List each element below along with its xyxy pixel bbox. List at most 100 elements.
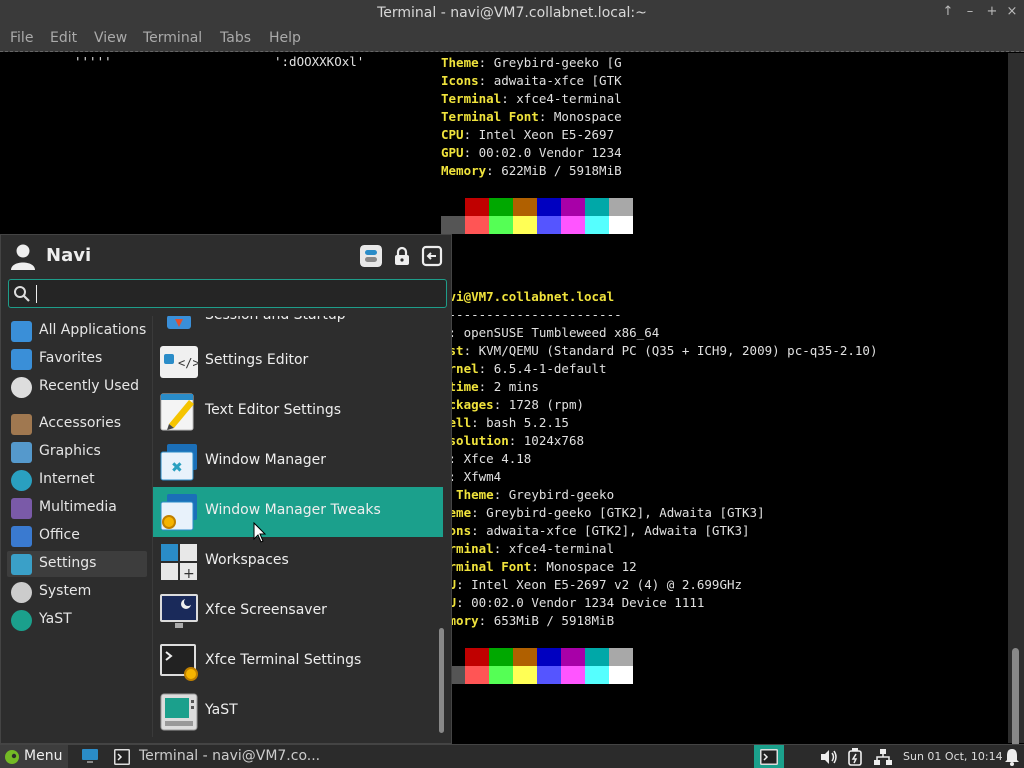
whisker-menu-button[interactable]: Menu [0, 745, 68, 768]
palette-swatch [537, 666, 561, 684]
palette-swatch [561, 198, 585, 216]
menu-terminal[interactable]: Terminal [143, 30, 202, 46]
menu-tabs[interactable]: Tabs [220, 30, 251, 46]
app-list-scrollbar[interactable] [438, 316, 446, 737]
window-manager-icon: ✖ [160, 444, 197, 481]
info-key: erminal Font [441, 559, 532, 574]
settings-toggle-icon[interactable] [360, 245, 382, 267]
window-titlebar[interactable]: Terminal - navi@VM7.collabnet.local:~ ↑ … [0, 0, 1024, 27]
divider-line: ------------------------ [441, 307, 622, 322]
palette-swatch [465, 648, 489, 666]
app-text-editor-settings[interactable]: Text Editor Settings [153, 387, 443, 437]
palette-swatch [489, 648, 513, 666]
volume-icon[interactable] [820, 749, 838, 765]
bottom-info-line: PU: 00:02.0 Vendor 1234 Device 1111 [441, 594, 704, 612]
info-value: : 1024x768 [508, 433, 584, 448]
window-close-button[interactable]: × [1004, 4, 1020, 19]
lock-screen-icon[interactable] [391, 245, 413, 267]
notifications-bell-icon[interactable] [1004, 748, 1020, 766]
top-info-line: Icons: adwaita-xfce [GTK [441, 72, 622, 90]
palette-swatch [465, 216, 489, 234]
bottom-info-line: cons: adwaita-xfce [GTK2], Adwaita [GTK3… [441, 522, 750, 540]
category-label: Graphics [39, 443, 101, 459]
category-yast[interactable]: YaST [7, 607, 147, 633]
text-editor-icon [160, 393, 194, 431]
app-window-manager[interactable]: ✖ Window Manager [153, 437, 443, 487]
window-shade-button[interactable]: ↑ [940, 4, 956, 19]
info-value: : Greybird-geeko [GTK2], Adwaita [GTK3] [471, 505, 765, 520]
bottom-info-line: ackages: 1728 (rpm) [441, 396, 584, 414]
menu-edit[interactable]: Edit [50, 30, 77, 46]
clock[interactable]: Sun 01 Oct, 10:14 [903, 750, 1003, 763]
yast-icon [11, 610, 32, 631]
terminal-settings-icon [160, 644, 198, 681]
network-icon[interactable] [874, 748, 892, 766]
info-key: Theme [441, 55, 479, 70]
category-label: Multimedia [39, 499, 117, 515]
mouse-pointer-icon [253, 522, 267, 543]
app-settings-editor[interactable]: </> Settings Editor [153, 337, 443, 387]
terminal-scrollbar[interactable] [1008, 53, 1024, 768]
app-label: Text Editor Settings [205, 402, 342, 418]
search-input[interactable] [35, 283, 435, 304]
recently-used-icon [11, 377, 32, 398]
search-box[interactable] [8, 279, 447, 308]
bottom-info-line: esolution: 1024x768 [441, 432, 584, 450]
accessories-icon [11, 414, 32, 435]
category-office[interactable]: Office [7, 523, 147, 549]
palette-swatch [561, 216, 585, 234]
category-settings[interactable]: Settings [7, 551, 147, 577]
svg-text:✖: ✖ [171, 460, 183, 476]
palette-swatch [513, 666, 537, 684]
category-all-applications[interactable]: All Applications [7, 318, 147, 344]
app-xfce-screensaver[interactable]: Xfce Screensaver [153, 587, 443, 637]
category-internet[interactable]: Internet [7, 467, 147, 493]
palette-swatch [585, 216, 609, 234]
category-favorites[interactable]: Favorites [7, 346, 147, 372]
category-multimedia[interactable]: Multimedia [7, 495, 147, 521]
log-out-icon[interactable] [421, 245, 443, 267]
info-key: CPU [441, 127, 464, 142]
app-label: Session and Startup [205, 316, 346, 323]
window-minimize-button[interactable]: – [962, 4, 978, 19]
palette-swatch [465, 198, 489, 216]
app-label: Xfce Terminal Settings [205, 652, 362, 668]
tray-terminal-icon[interactable] [754, 745, 784, 768]
app-window-manager-tweaks[interactable]: Window Manager Tweaks [153, 487, 443, 537]
info-value: : 00:02.0 Vendor 1234 [463, 145, 622, 160]
bottom-info-line: M Theme: Greybird-geeko [441, 486, 614, 504]
app-label: Window Manager Tweaks [205, 502, 381, 518]
app-label: YaST [205, 702, 238, 718]
all-apps-icon [11, 321, 32, 342]
category-accessories[interactable]: Accessories [7, 411, 147, 437]
window-maximize-button[interactable]: + [984, 4, 1000, 19]
app-list-scroll-thumb[interactable] [439, 628, 444, 733]
category-graphics[interactable]: Graphics [7, 439, 147, 465]
palette-swatch [561, 648, 585, 666]
app-xfce-terminal-settings[interactable]: Xfce Terminal Settings [153, 637, 443, 687]
palette-swatch [609, 666, 633, 684]
info-value: : KVM/QEMU (Standard PC (Q35 + ICH9, 200… [463, 343, 878, 358]
menu-view[interactable]: View [94, 30, 127, 46]
bottom-panel: Menu Terminal - navi@VM7.co... Sun 01 Oc… [0, 744, 1024, 768]
info-key: Terminal [441, 91, 502, 106]
info-key: Icons [441, 73, 479, 88]
palette-swatch [465, 666, 489, 684]
info-value: : xfce4-terminal [501, 91, 622, 106]
info-key: Terminal Font [441, 109, 539, 124]
category-system[interactable]: System [7, 579, 147, 605]
app-workspaces[interactable]: + Workspaces [153, 537, 443, 587]
internet-icon [11, 470, 32, 491]
category-recently-used[interactable]: Recently Used [7, 374, 147, 400]
ascii-logo-right: ':dOOXXKOxl' [274, 54, 365, 69]
menu-help[interactable]: Help [269, 30, 301, 46]
menu-file[interactable]: File [10, 30, 33, 46]
show-desktop-icon[interactable] [82, 749, 98, 764]
info-value: : 622MiB / 5918MiB [486, 163, 622, 178]
bottom-info-line: emory: 653MiB / 5918MiB [441, 612, 614, 630]
power-manager-icon[interactable] [848, 748, 862, 766]
top-info-line: Theme: Greybird-geeko [G [441, 54, 622, 72]
app-yast[interactable]: YaST [153, 687, 443, 737]
app-label: Settings Editor [205, 352, 309, 368]
taskbar-terminal[interactable]: Terminal - navi@VM7.co... [110, 745, 330, 768]
